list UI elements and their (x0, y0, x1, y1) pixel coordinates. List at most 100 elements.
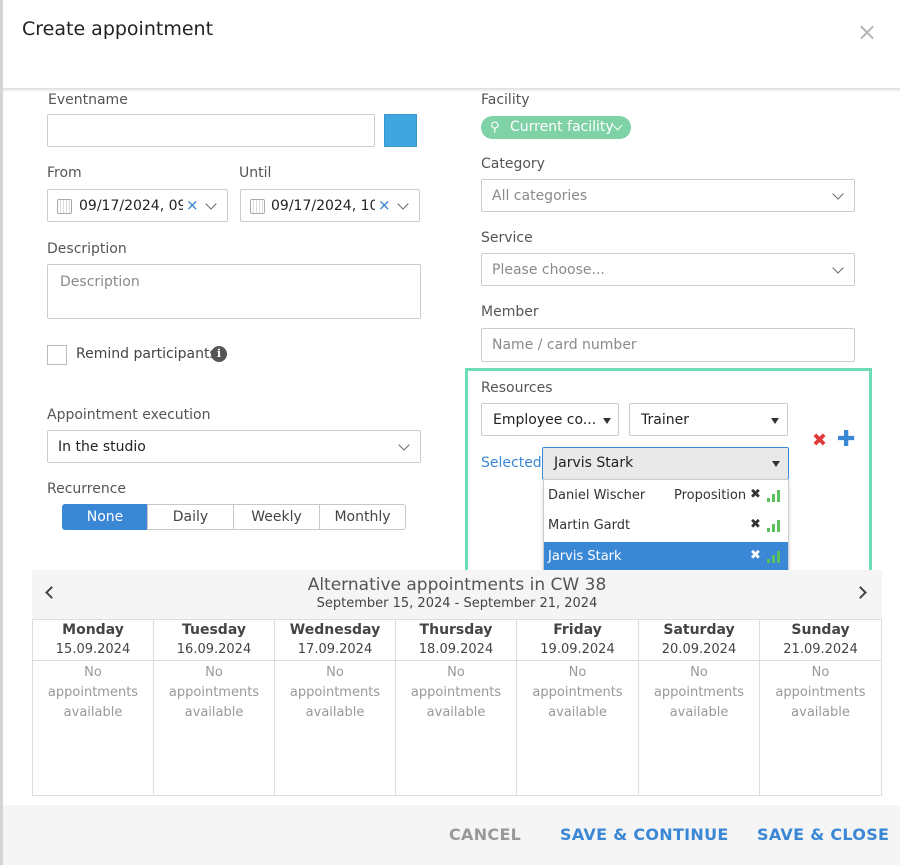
option-tag: Proposition (674, 488, 747, 503)
category-label: Category (481, 156, 545, 172)
remind-participants-checkbox[interactable] (47, 345, 67, 365)
dropdown-option[interactable]: Daniel Wischer Proposition ✖ (544, 481, 788, 511)
service-placeholder: Please choose... (492, 262, 605, 278)
calendar-icon (57, 199, 72, 214)
option-name: Jarvis Stark (548, 549, 622, 564)
add-resource-icon[interactable]: ✚ (837, 427, 855, 452)
eventname-input[interactable] (47, 114, 375, 147)
day-divider (760, 660, 881, 661)
dropdown-option[interactable]: Martin Gardt ✖ (544, 511, 788, 541)
option-name: Daniel Wischer (548, 488, 646, 503)
chevron-down-icon (398, 439, 410, 451)
remove-option-icon[interactable]: ✖ (750, 548, 761, 563)
day-date: 19.09.2024 (540, 642, 615, 657)
until-label: Until (239, 165, 272, 181)
day-column-friday: Friday 19.09.2024 No appointments availa… (517, 620, 639, 795)
service-label: Service (481, 230, 533, 246)
no-appointments-text: No appointments available (168, 665, 260, 720)
no-appointments-text: No appointments available (410, 665, 502, 720)
description-label: Description (47, 241, 127, 257)
member-placeholder: Name / card number (492, 337, 637, 353)
day-date: 16.09.2024 (176, 642, 252, 657)
dropdown-option-selected[interactable]: Jarvis Stark ✖ (544, 542, 788, 572)
remove-resource-icon[interactable]: ✖ (812, 430, 827, 451)
no-appointments-text: No appointments available (532, 665, 623, 720)
signal-bars-icon (767, 520, 781, 532)
day-column-saturday: Saturday 20.09.2024 No appointments avai… (639, 620, 760, 795)
day-divider (639, 660, 759, 661)
color-picker-button[interactable] (384, 114, 417, 147)
day-name: Friday (553, 622, 602, 638)
no-appointments-text: No appointments available (775, 665, 866, 720)
day-date: 15.09.2024 (55, 642, 131, 657)
no-appointments-text: No appointments available (653, 665, 745, 720)
facility-label: Facility (481, 92, 530, 108)
day-name: Tuesday (182, 622, 246, 638)
day-divider (396, 660, 516, 661)
left-edge-shadow (0, 0, 3, 865)
until-date-field[interactable]: 09/17/2024, 10:1! × (240, 189, 420, 222)
category-value: All categories (492, 188, 588, 204)
close-icon[interactable]: × (857, 18, 877, 46)
day-date: 17.09.2024 (297, 642, 373, 657)
no-appointments-text: No appointments available (47, 665, 139, 720)
day-divider (33, 660, 153, 661)
selected-resource-select[interactable]: Jarvis Stark (542, 447, 789, 480)
day-date: 20.09.2024 (661, 642, 737, 657)
day-divider (517, 660, 638, 661)
recurrence-label: Recurrence (47, 481, 127, 497)
resource-role-select[interactable]: Trainer (629, 403, 788, 436)
execution-value: In the studio (58, 439, 146, 455)
day-name: Thursday (419, 622, 493, 638)
clear-from-icon[interactable]: × (186, 196, 199, 214)
chevron-down-icon[interactable] (397, 198, 409, 210)
map-pin-icon: ⚲ (490, 120, 500, 135)
resource-dropdown-list: Daniel Wischer Proposition ✖ Martin Gard… (543, 479, 789, 572)
chevron-down-icon (832, 188, 844, 200)
info-icon[interactable]: i (211, 346, 227, 362)
signal-bars-icon (767, 551, 781, 563)
service-select[interactable]: Please choose... (481, 253, 855, 286)
execution-select[interactable]: In the studio (47, 430, 421, 463)
eventname-label: Eventname (48, 92, 128, 108)
member-search-input[interactable]: Name / card number (481, 328, 855, 362)
resource-role-value: Trainer (641, 412, 689, 428)
signal-bars-icon (767, 490, 781, 502)
category-select[interactable]: All categories (481, 179, 855, 212)
no-appointments-text: No appointments available (289, 665, 381, 720)
day-column-tuesday: Tuesday 16.09.2024 No appointments avail… (154, 620, 275, 795)
header-divider (3, 88, 900, 92)
resource-type-value: Employee co... (493, 412, 597, 428)
day-divider (275, 660, 395, 661)
recurrence-weekly-button[interactable]: Weekly (233, 504, 320, 530)
selected-label: Selected (481, 455, 542, 471)
from-label: From (47, 165, 82, 181)
selected-resource-value: Jarvis Stark (554, 455, 634, 471)
execution-label: Appointment execution (47, 407, 211, 423)
week-grid: Monday 15.09.2024 No appointments availa… (32, 619, 882, 796)
save-close-button[interactable]: SAVE & CLOSE (757, 825, 889, 844)
remove-option-icon[interactable]: ✖ (750, 517, 761, 532)
chevron-down-icon (612, 120, 623, 131)
save-continue-button[interactable]: SAVE & CONTINUE (560, 825, 729, 844)
calendar-icon (250, 199, 265, 214)
resource-type-select[interactable]: Employee co... (481, 403, 619, 436)
day-column-sunday: Sunday 21.09.2024 No appointments availa… (760, 620, 881, 795)
recurrence-daily-button[interactable]: Daily (147, 504, 234, 530)
clear-until-icon[interactable]: × (378, 196, 391, 214)
day-date: 21.09.2024 (783, 642, 858, 657)
member-label: Member (481, 304, 539, 320)
from-date-field[interactable]: 09/17/2024, 09:4 × (47, 189, 228, 222)
recurrence-monthly-button[interactable]: Monthly (319, 504, 406, 530)
facility-pill[interactable]: ⚲ Current facility (481, 116, 631, 139)
description-textarea[interactable]: Description (47, 264, 421, 319)
recurrence-none-button[interactable]: None (62, 504, 148, 530)
chevron-down-icon[interactable] (205, 198, 217, 210)
day-divider (154, 660, 274, 661)
day-name: Sunday (791, 622, 850, 638)
cancel-button[interactable]: CANCEL (449, 825, 521, 844)
day-name: Saturday (663, 622, 735, 638)
alternatives-range: September 15, 2024 - September 21, 2024 (316, 596, 598, 611)
day-name: Monday (62, 622, 124, 638)
remove-option-icon[interactable]: ✖ (750, 487, 761, 502)
